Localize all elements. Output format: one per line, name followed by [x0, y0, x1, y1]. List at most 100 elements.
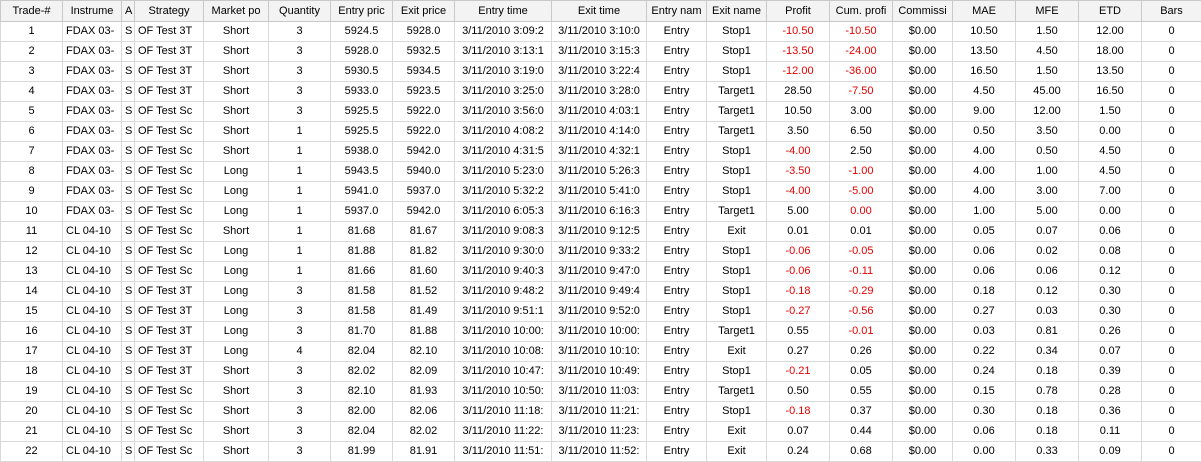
header-entry-time[interactable]: Entry time — [454, 0, 552, 22]
trades-grid[interactable]: Trade-# Instrume A Strategy Market po Quantit… — [0, 0, 1201, 462]
header-cum-profit[interactable]: Cum. profi — [829, 0, 893, 22]
table-row[interactable]: 10 FDAX 03- S OF Test Sc Long 1 5937.0 5942.0 3/… — [0, 201, 1201, 222]
cell-quantity: 3 — [268, 421, 331, 442]
cell-cum-profit: -0.01 — [829, 321, 893, 342]
cell-strategy: OF Test Sc — [134, 221, 204, 242]
cell-market-position: Short — [203, 41, 269, 62]
cell-strategy: OF Test Sc — [134, 421, 204, 442]
cell-exit-time: 3/11/2010 11:21: — [551, 401, 647, 422]
cell-entry-time: 3/11/2010 11:22: — [454, 421, 552, 442]
table-row[interactable]: 5 FDAX 03- S OF Test Sc Short 3 5925.5 5922.0 3/… — [0, 101, 1201, 122]
cell-exit-time: 3/11/2010 3:22:4 — [551, 61, 647, 82]
cell-exit-price: 5937.0 — [392, 181, 455, 202]
cell-entry-time: 3/11/2010 5:32:2 — [454, 181, 552, 202]
cell-entry-price: 5943.5 — [330, 161, 393, 182]
table-row[interactable]: 8 FDAX 03- S OF Test Sc Long 1 5943.5 5940.0 3/1… — [0, 161, 1201, 182]
header-mfe[interactable]: MFE — [1015, 0, 1079, 22]
cell-mfe: 3.50 — [1015, 121, 1079, 142]
cell-mfe: 0.33 — [1015, 441, 1079, 462]
table-row[interactable]: 17 CL 04-10 S OF Test 3T Long 4 82.04 82.10 3/11… — [0, 341, 1201, 362]
header-exit-price[interactable]: Exit price — [392, 0, 455, 22]
cell-mae: 4.00 — [952, 141, 1016, 162]
cell-quantity: 3 — [268, 41, 331, 62]
cell-account: S — [121, 101, 135, 122]
cell-mfe: 0.18 — [1015, 361, 1079, 382]
cell-account: S — [121, 321, 135, 342]
cell-entry-name: Entry — [646, 61, 707, 82]
cell-entry-name: Entry — [646, 161, 707, 182]
table-row[interactable]: 11 CL 04-10 S OF Test Sc Short 1 81.68 81.67 3/1… — [0, 221, 1201, 242]
cell-profit: -13.50 — [766, 41, 830, 62]
header-trade-number[interactable]: Trade-# — [0, 0, 63, 22]
header-commission[interactable]: Commissi — [892, 0, 953, 22]
cell-market-position: Long — [203, 201, 269, 222]
cell-etd: 0.06 — [1078, 221, 1142, 242]
table-row[interactable]: 16 CL 04-10 S OF Test 3T Long 3 81.70 81.88 3/11… — [0, 321, 1201, 342]
cell-entry-name: Entry — [646, 401, 707, 422]
cell-bars: 0 — [1141, 261, 1201, 282]
table-row[interactable]: 12 CL 04-10 S OF Test Sc Long 1 81.88 81.82 3/11… — [0, 241, 1201, 262]
header-exit-time[interactable]: Exit time — [551, 0, 647, 22]
header-profit[interactable]: Profit — [766, 0, 830, 22]
cell-quantity: 1 — [268, 141, 331, 162]
header-mae[interactable]: MAE — [952, 0, 1016, 22]
header-etd[interactable]: ETD — [1078, 0, 1142, 22]
cell-bars: 0 — [1141, 421, 1201, 442]
table-row[interactable]: 15 CL 04-10 S OF Test 3T Long 3 81.58 81.49 3/11… — [0, 301, 1201, 322]
header-instrument[interactable]: Instrume — [62, 0, 122, 22]
cell-profit: -0.06 — [766, 241, 830, 262]
table-row[interactable]: 14 CL 04-10 S OF Test 3T Long 3 81.58 81.52 3/11… — [0, 281, 1201, 302]
cell-instrument: FDAX 03- — [62, 121, 122, 142]
table-row[interactable]: 7 FDAX 03- S OF Test Sc Short 1 5938.0 5942.0 3/… — [0, 141, 1201, 162]
cell-exit-price: 5942.0 — [392, 201, 455, 222]
cell-instrument: FDAX 03- — [62, 101, 122, 122]
cell-account: S — [121, 441, 135, 462]
cell-exit-name: Stop1 — [706, 181, 767, 202]
header-exit-name[interactable]: Exit name — [706, 0, 767, 22]
cell-mae: 0.22 — [952, 341, 1016, 362]
cell-entry-price: 81.99 — [330, 441, 393, 462]
header-quantity[interactable]: Quantity — [268, 0, 331, 22]
cell-trade-number: 22 — [0, 441, 63, 462]
cell-entry-price: 5941.0 — [330, 181, 393, 202]
table-row[interactable]: 22 CL 04-10 S OF Test Sc Short 3 81.99 81.91 3/1… — [0, 441, 1201, 462]
table-row[interactable]: 20 CL 04-10 S OF Test Sc Short 3 82.00 82.06 3/1… — [0, 401, 1201, 422]
table-row[interactable]: 2 FDAX 03- S OF Test 3T Short 3 5928.0 5932.5 3/… — [0, 41, 1201, 62]
cell-commission: $0.00 — [892, 381, 953, 402]
cell-instrument: FDAX 03- — [62, 61, 122, 82]
cell-instrument: CL 04-10 — [62, 421, 122, 442]
cell-mae: 0.18 — [952, 281, 1016, 302]
header-bars[interactable]: Bars — [1141, 0, 1201, 22]
cell-mae: 0.06 — [952, 241, 1016, 262]
cell-etd: 13.50 — [1078, 61, 1142, 82]
cell-cum-profit: 0.68 — [829, 441, 893, 462]
cell-account: S — [121, 241, 135, 262]
table-row[interactable]: 9 FDAX 03- S OF Test Sc Long 1 5941.0 5937.0 3/1… — [0, 181, 1201, 202]
table-row[interactable]: 6 FDAX 03- S OF Test Sc Short 1 5925.5 5922.0 3/… — [0, 121, 1201, 142]
cell-profit: -0.21 — [766, 361, 830, 382]
cell-entry-time: 3/11/2010 3:09:2 — [454, 21, 552, 42]
header-account[interactable]: A — [121, 0, 135, 22]
header-market-position[interactable]: Market po — [203, 0, 269, 22]
cell-market-position: Long — [203, 341, 269, 362]
header-strategy[interactable]: Strategy — [134, 0, 204, 22]
cell-exit-time: 3/11/2010 4:03:1 — [551, 101, 647, 122]
table-row[interactable]: 19 CL 04-10 S OF Test Sc Short 3 82.10 81.93 3/1… — [0, 381, 1201, 402]
cell-profit: -10.50 — [766, 21, 830, 42]
header-entry-price[interactable]: Entry pric — [330, 0, 393, 22]
table-row[interactable]: 4 FDAX 03- S OF Test 3T Short 3 5933.0 5923.5 3/… — [0, 81, 1201, 102]
cell-exit-name: Exit — [706, 421, 767, 442]
table-row[interactable]: 3 FDAX 03- S OF Test 3T Short 3 5930.5 5934.5 3/… — [0, 61, 1201, 82]
cell-mae: 13.50 — [952, 41, 1016, 62]
cell-entry-time: 3/11/2010 9:48:2 — [454, 281, 552, 302]
table-row[interactable]: 21 CL 04-10 S OF Test Sc Short 3 82.04 82.02 3/1… — [0, 421, 1201, 442]
cell-exit-time: 3/11/2010 5:41:0 — [551, 181, 647, 202]
table-row[interactable]: 13 CL 04-10 S OF Test Sc Long 1 81.66 81.60 3/11… — [0, 261, 1201, 282]
cell-market-position: Short — [203, 121, 269, 142]
table-row[interactable]: 1 FDAX 03- S OF Test 3T Short 3 5924.5 5928.0 3/… — [0, 21, 1201, 42]
cell-entry-price: 5925.5 — [330, 121, 393, 142]
cell-etd: 0.09 — [1078, 441, 1142, 462]
table-row[interactable]: 18 CL 04-10 S OF Test 3T Short 3 82.02 82.09 3/1… — [0, 361, 1201, 382]
header-entry-name[interactable]: Entry nam — [646, 0, 707, 22]
cell-etd: 7.00 — [1078, 181, 1142, 202]
